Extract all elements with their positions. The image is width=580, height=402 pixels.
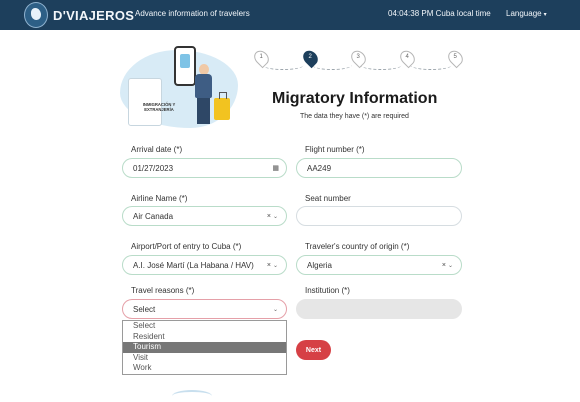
flight-number-field[interactable]: AA249 (296, 158, 462, 178)
airport-value: A.I. José Martí (La Habana / HAV) (133, 260, 254, 270)
route-line (360, 60, 402, 70)
origin-country-select[interactable]: Algeria × ⌄ (296, 255, 462, 275)
airport-label: Airport/Port of entry to Cuba (*) (131, 242, 242, 251)
globe-logo-icon (24, 2, 48, 28)
origin-country-label: Traveler's country of origin (*) (305, 242, 410, 251)
route-line (410, 60, 452, 70)
arrival-date-label: Arrival date (*) (131, 145, 183, 154)
page-subtitle: The data they have (*) are required (300, 113, 409, 120)
origin-country-value: Algeria (307, 260, 332, 270)
traveler-body (195, 74, 212, 98)
airline-name-label: Airline Name (*) (131, 194, 188, 203)
step-number: 2 (308, 54, 312, 61)
brand-name: D'VIAJEROS (53, 7, 135, 23)
chevron-down-icon[interactable]: ⌄ (273, 262, 278, 269)
dropdown-option-tourism[interactable]: Tourism (123, 342, 286, 353)
clear-icon[interactable]: × (267, 213, 271, 220)
dropdown-option-visit[interactable]: Visit (123, 353, 286, 364)
airport-select[interactable]: A.I. José Martí (La Habana / HAV) × ⌄ (122, 255, 287, 275)
travel-reasons-dropdown[interactable]: Select Resident Tourism Visit Work (122, 320, 287, 375)
clear-icon[interactable]: × (442, 262, 446, 269)
chevron-down-icon[interactable]: ⌄ (273, 213, 278, 220)
clear-icon[interactable]: × (267, 262, 271, 269)
dropdown-option-resident[interactable]: Resident (123, 332, 286, 343)
flight-number-value: AA249 (307, 163, 332, 173)
seat-number-field[interactable] (296, 206, 462, 226)
phone-icon (174, 46, 196, 86)
chevron-down-icon[interactable]: ⌄ (448, 262, 453, 269)
top-navbar: D'VIAJEROS Advance information of travel… (0, 0, 580, 30)
institution-label: Institution (*) (305, 286, 350, 295)
arrival-date-field[interactable]: 01/27/2023 ▦ (122, 158, 287, 178)
local-time-clock: 04:04:38 PM Cuba local time (388, 9, 491, 18)
language-label: Language (506, 9, 542, 18)
dropdown-option-select[interactable]: Select (123, 321, 286, 332)
next-button[interactable]: Next (296, 340, 331, 360)
hero-illustration: INMIGRACIÓN Y EXTRANJERÍA (120, 42, 240, 128)
airline-name-value: Air Canada (133, 211, 174, 221)
decorative-curve (172, 390, 212, 402)
travel-reasons-select[interactable]: Select ⌄ (122, 299, 287, 319)
dropdown-option-work[interactable]: Work (123, 363, 286, 374)
chevron-down-icon[interactable]: ⌄ (273, 306, 278, 313)
step-number: 5 (453, 54, 457, 61)
page-title: Migratory Information (272, 90, 438, 107)
step-number: 1 (259, 54, 263, 61)
language-menu[interactable]: Language ▾ (506, 9, 547, 18)
seat-number-label: Seat number (305, 194, 351, 203)
travel-reasons-label: Travel reasons (*) (131, 286, 195, 295)
travel-reasons-value: Select (133, 304, 156, 314)
route-line (312, 60, 352, 70)
arrival-date-value: 01/27/2023 (133, 163, 174, 173)
airline-name-select[interactable]: Air Canada × ⌄ (122, 206, 287, 226)
flight-number-label: Flight number (*) (305, 145, 365, 154)
institution-field (296, 299, 462, 319)
step-number: 3 (356, 54, 360, 61)
calendar-icon[interactable]: ▦ (272, 164, 279, 172)
traveler-legs (197, 98, 210, 124)
suitcase-icon (214, 92, 230, 120)
immigration-sign: INMIGRACIÓN Y EXTRANJERÍA (142, 102, 176, 112)
site-tagline: Advance information of travelers (135, 9, 250, 18)
chevron-down-icon: ▾ (543, 12, 547, 18)
brand-logo[interactable]: D'VIAJEROS (24, 2, 134, 28)
step-number: 4 (405, 54, 409, 61)
progress-steps: 1 2 3 4 5 (250, 47, 466, 78)
